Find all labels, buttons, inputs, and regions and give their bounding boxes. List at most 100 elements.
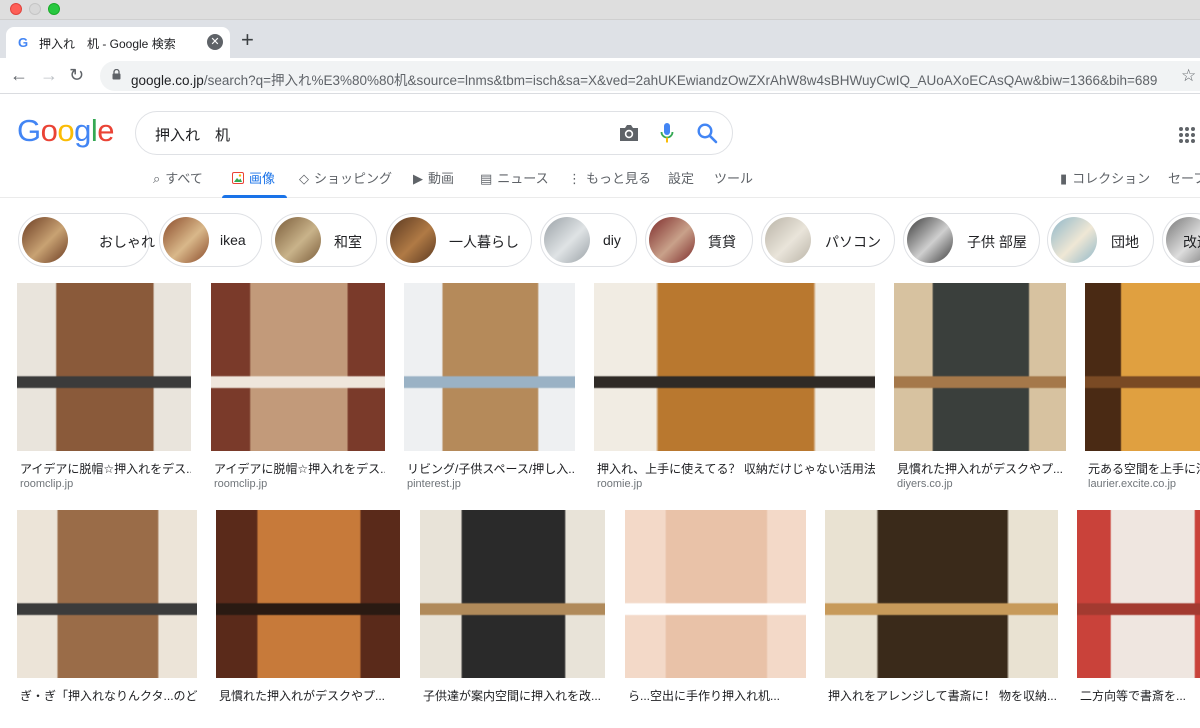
google-logo[interactable]: Google <box>17 113 115 149</box>
search-type-tabs: ⌕ すべて 画像 ◇ ショッピング ▶ 動画 ▤ ニュース ⋮ もっと見る 設定 ツール … <box>0 160 1200 198</box>
search-box[interactable]: 押入れ 机 <box>135 111 733 155</box>
url-path: /search?q=押入れ%E3%80%80机&source=lnms&tbm=… <box>203 73 1158 88</box>
image-result[interactable]: アイデアに脱帽☆押入れをデス... roomclip.jp <box>17 283 191 501</box>
apps-grid-icon[interactable] <box>1178 126 1196 144</box>
bookmark-icon: ▮ <box>1060 171 1068 186</box>
back-arrow-icon[interactable]: ← <box>10 65 28 85</box>
chip-label: おしゃれ <box>99 234 155 250</box>
result-thumbnail[interactable] <box>894 283 1066 451</box>
logo-letter: e <box>97 113 115 148</box>
related-search-chip[interactable]: おしゃれ <box>18 213 155 267</box>
tab-label: コレクション <box>1072 171 1151 186</box>
tag-icon: ◇ <box>299 171 309 186</box>
browser-tab[interactable]: G 押入れ 机 - Google 検索 ✕ <box>6 27 230 58</box>
image-result[interactable]: 子供達が案内空間に押入れを改... <box>420 510 605 728</box>
tab-all[interactable]: ⌕ すべて <box>153 168 203 187</box>
camera-icon[interactable] <box>618 123 640 143</box>
related-search-chip[interactable]: 団地 <box>1047 213 1154 267</box>
tab-tools[interactable]: ツール <box>714 168 753 187</box>
tab-shopping[interactable]: ◇ ショッピング <box>299 168 392 187</box>
tab-news[interactable]: ▤ ニュース <box>480 168 549 187</box>
reload-icon[interactable]: ↻ <box>69 65 84 85</box>
tab-strip: G 押入れ 机 - Google 検索 ✕ + <box>0 20 1200 58</box>
result-title[interactable]: 見慣れた押入れがデスクやプ... <box>897 460 1066 477</box>
search-icon[interactable] <box>696 122 718 144</box>
related-search-chip[interactable]: 子供 部屋 <box>903 213 1040 267</box>
chip-label: 改造 <box>1183 234 1200 250</box>
forward-arrow-icon[interactable]: → <box>40 65 58 85</box>
image-result[interactable]: 見慣れた押入れがデスクやプ... <box>216 510 400 728</box>
result-thumbnail[interactable] <box>404 283 575 451</box>
related-search-chip[interactable]: diy <box>540 213 637 267</box>
result-title[interactable]: アイデアに脱帽☆押入れをデス... <box>20 460 191 477</box>
tab-label: もっと見る <box>586 171 652 186</box>
new-tab-button[interactable]: + <box>241 28 254 52</box>
result-thumbnail[interactable] <box>1085 283 1200 451</box>
image-result[interactable]: 二方向等で書斎を... <box>1077 510 1200 728</box>
microphone-icon[interactable] <box>660 122 674 144</box>
result-thumbnail[interactable] <box>420 510 605 678</box>
result-thumbnail[interactable] <box>625 510 806 678</box>
result-title[interactable]: リビング/子供スペース/押し入... <box>407 460 575 477</box>
result-thumbnail[interactable] <box>211 283 385 451</box>
tab-more[interactable]: ⋮ もっと見る <box>568 168 651 187</box>
window-maximize-button[interactable] <box>48 3 60 15</box>
tab-label: ショッピング <box>314 171 393 186</box>
chip-thumbnail <box>649 217 695 263</box>
tab-safesearch[interactable]: セーフ <box>1168 168 1200 187</box>
tab-title: 押入れ 机 - Google 検索 <box>39 37 176 51</box>
image-result[interactable]: ぎ・ぎ「押入れなりんクタ...のどん <box>17 510 197 728</box>
related-search-chip[interactable]: ikea <box>159 213 262 267</box>
tab-images[interactable]: 画像 <box>232 168 275 187</box>
result-source: roomclip.jp <box>20 478 74 490</box>
address-bar[interactable]: google.co.jp/search?q=押入れ%E3%80%80机&sour… <box>100 61 1200 91</box>
result-thumbnail[interactable] <box>1077 510 1200 678</box>
result-source: diyers.co.jp <box>897 478 953 490</box>
related-search-chip[interactable]: 賃貸 <box>645 213 753 267</box>
image-result[interactable]: 押入れ、上手に使えてる？ 収納だけじゃない活用法... roomie.jp <box>594 283 875 501</box>
logo-letter: o <box>57 113 75 148</box>
window-minimize-button[interactable] <box>29 3 41 15</box>
chip-thumbnail <box>907 217 953 263</box>
result-thumbnail[interactable] <box>825 510 1058 678</box>
related-search-chip[interactable]: 和室 <box>271 213 377 267</box>
window-close-button[interactable] <box>10 3 22 15</box>
tab-label: ニュース <box>497 171 549 186</box>
tab-collections[interactable]: ▮ コレクション <box>1060 168 1150 187</box>
chip-thumbnail <box>163 217 209 263</box>
result-thumbnail[interactable] <box>17 510 197 678</box>
result-title[interactable]: アイデアに脱帽☆押入れをデス... <box>214 460 385 477</box>
window-titlebar <box>0 0 1200 20</box>
url-text[interactable]: google.co.jp/search?q=押入れ%E3%80%80机&sour… <box>131 69 1157 89</box>
result-title[interactable]: 元ある空間を上手に活 <box>1088 460 1200 477</box>
image-result[interactable]: ら...空出に手作り押入れ机... <box>625 510 806 728</box>
image-result[interactable]: 元ある空間を上手に活 laurier.excite.co.jp <box>1085 283 1200 501</box>
related-search-chip[interactable]: パソコン <box>761 213 895 267</box>
play-icon: ▶ <box>413 171 423 186</box>
tab-label: 動画 <box>428 171 455 186</box>
result-thumbnail[interactable] <box>17 283 191 451</box>
browser-toolbar: ← → ↻ google.co.jp/search?q=押入れ%E3%80%80… <box>0 58 1200 94</box>
tab-settings[interactable]: 設定 <box>668 168 694 187</box>
tab-label: すべて <box>165 171 203 186</box>
tab-close-icon[interactable]: ✕ <box>207 34 223 50</box>
related-search-chip[interactable]: 一人暮らし <box>386 213 532 267</box>
chip-label: 一人暮らし <box>449 234 519 250</box>
tab-videos[interactable]: ▶ 動画 <box>413 168 454 187</box>
image-result[interactable]: 見慣れた押入れがデスクやプ... diyers.co.jp <box>894 283 1066 501</box>
active-tab-indicator <box>222 195 287 198</box>
bookmark-star-icon[interactable]: ☆ <box>1181 66 1196 86</box>
related-search-chip[interactable]: 改造 <box>1162 213 1200 267</box>
search-icon: ⌕ <box>153 171 161 186</box>
image-result[interactable]: 押入れをアレンジして書斎に！ 物を収納... <box>825 510 1058 728</box>
result-thumbnail[interactable] <box>216 510 400 678</box>
chip-thumbnail <box>22 217 68 263</box>
chip-label: diy <box>603 232 621 248</box>
search-input[interactable]: 押入れ 机 <box>155 124 230 145</box>
image-result[interactable]: リビング/子供スペース/押し入... pinterest.jp <box>404 283 575 501</box>
image-result[interactable]: アイデアに脱帽☆押入れをデス... roomclip.jp <box>211 283 385 501</box>
image-icon <box>232 172 244 184</box>
result-thumbnail[interactable] <box>594 283 875 451</box>
result-title[interactable]: 押入れ、上手に使えてる？ 収納だけじゃない活用法... <box>597 460 875 477</box>
logo-letter: g <box>74 113 91 148</box>
